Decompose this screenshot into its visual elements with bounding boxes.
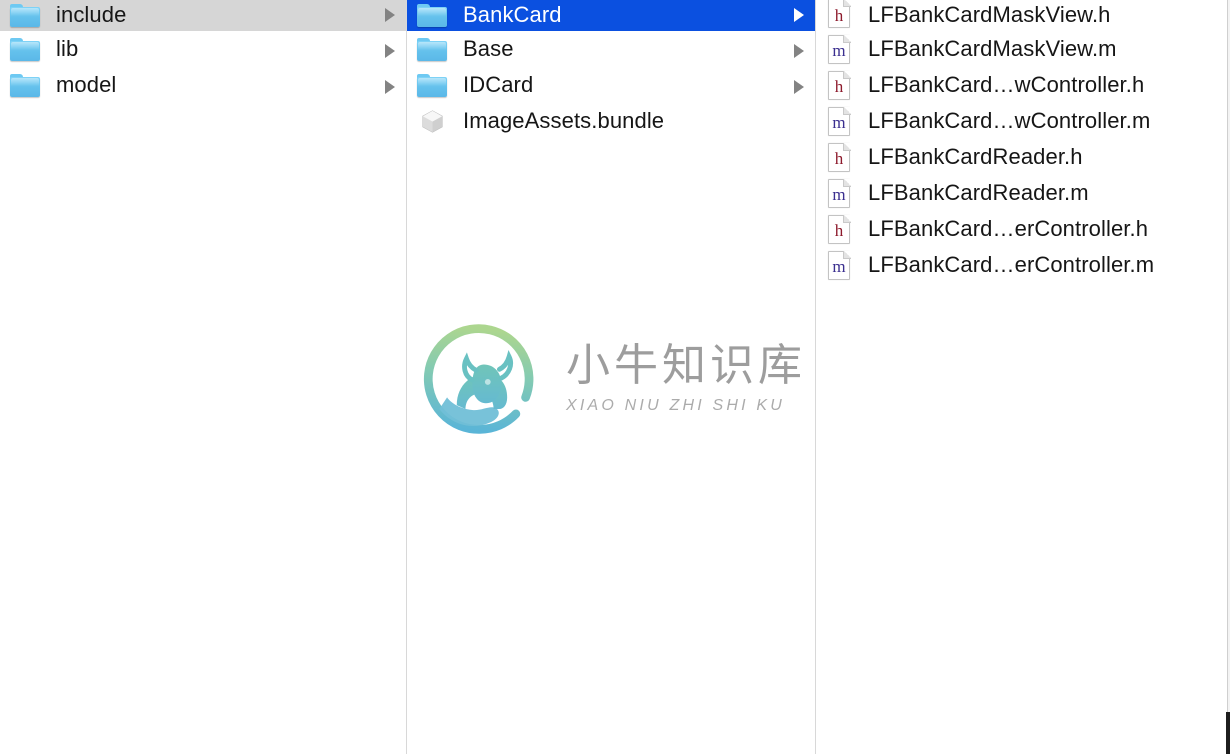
folder-row[interactable]: lib	[0, 31, 406, 67]
item-label: LFBankCardMaskView.m	[868, 36, 1117, 61]
header-file-icon: h	[826, 142, 852, 172]
folder-icon	[417, 73, 447, 98]
bundle-row[interactable]: ImageAssets.bundle	[407, 103, 815, 139]
folder-row[interactable]: IDCard	[407, 67, 815, 103]
item-label: ImageAssets.bundle	[463, 108, 665, 133]
disclosure-triangle-icon[interactable]	[385, 80, 395, 94]
header-file-icon: h	[826, 70, 852, 100]
folder-row[interactable]: model	[0, 67, 406, 103]
file-row[interactable]: m LFBankCardReader.m	[816, 175, 1227, 211]
item-label: LFBankCard…wController.m	[868, 108, 1151, 133]
source-file-icon: m	[826, 106, 852, 136]
item-label: LFBankCard…erController.h	[868, 216, 1149, 241]
item-label: lib	[56, 36, 79, 61]
file-row[interactable]: m LFBankCard…erController.m	[816, 247, 1227, 283]
finder-column-1[interactable]: include lib model	[0, 0, 407, 754]
finder-column-view: include lib model BankCard Base IDCard ImageA…	[0, 0, 1230, 754]
item-label: model	[56, 72, 117, 97]
item-label: BankCard	[463, 2, 562, 27]
disclosure-triangle-icon[interactable]	[385, 44, 395, 58]
folder-icon	[10, 73, 40, 98]
finder-column-3[interactable]: h LFBankCardMaskView.h m LFBankCardMaskView…	[816, 0, 1227, 754]
file-row[interactable]: h LFBankCardReader.h	[816, 139, 1227, 175]
item-label: LFBankCardMaskView.h	[868, 2, 1111, 27]
folder-icon	[10, 3, 40, 28]
folder-row[interactable]: include	[0, 0, 406, 31]
column-1-rows: include lib model	[0, 0, 406, 103]
folder-icon	[10, 37, 40, 62]
disclosure-triangle-icon[interactable]	[794, 8, 804, 22]
column-2-rows: BankCard Base IDCard ImageAssets.bundle	[407, 0, 815, 139]
finder-column-2[interactable]: BankCard Base IDCard ImageAssets.bundle	[407, 0, 816, 754]
file-row[interactable]: h LFBankCardMaskView.h	[816, 0, 1227, 31]
item-label: Base	[463, 36, 514, 61]
disclosure-triangle-icon[interactable]	[794, 44, 804, 58]
file-row[interactable]: m LFBankCard…wController.m	[816, 103, 1227, 139]
folder-row[interactable]: Base	[407, 31, 815, 67]
source-file-icon: m	[826, 178, 852, 208]
window-right-border	[1227, 0, 1228, 754]
file-row[interactable]: h LFBankCard…wController.h	[816, 67, 1227, 103]
source-file-icon: m	[826, 250, 852, 280]
column-3-rows: h LFBankCardMaskView.h m LFBankCardMaskView…	[816, 0, 1227, 283]
folder-row[interactable]: BankCard	[407, 0, 815, 31]
folder-icon	[417, 3, 447, 28]
folder-icon	[417, 37, 447, 62]
disclosure-triangle-icon[interactable]	[794, 80, 804, 94]
item-label: LFBankCard…erController.m	[868, 252, 1155, 277]
header-file-icon: h	[826, 0, 852, 28]
item-label: IDCard	[463, 72, 534, 97]
item-label: LFBankCardReader.m	[868, 180, 1089, 205]
file-row[interactable]: h LFBankCard…erController.h	[816, 211, 1227, 247]
disclosure-triangle-icon[interactable]	[385, 8, 395, 22]
header-file-icon: h	[826, 214, 852, 244]
item-label: LFBankCardReader.h	[868, 144, 1083, 169]
item-label: LFBankCard…wController.h	[868, 72, 1145, 97]
bundle-icon	[417, 109, 447, 134]
file-row[interactable]: m LFBankCardMaskView.m	[816, 31, 1227, 67]
scrollbar-thumb[interactable]	[1226, 712, 1230, 754]
item-label: include	[56, 2, 127, 27]
source-file-icon: m	[826, 34, 852, 64]
